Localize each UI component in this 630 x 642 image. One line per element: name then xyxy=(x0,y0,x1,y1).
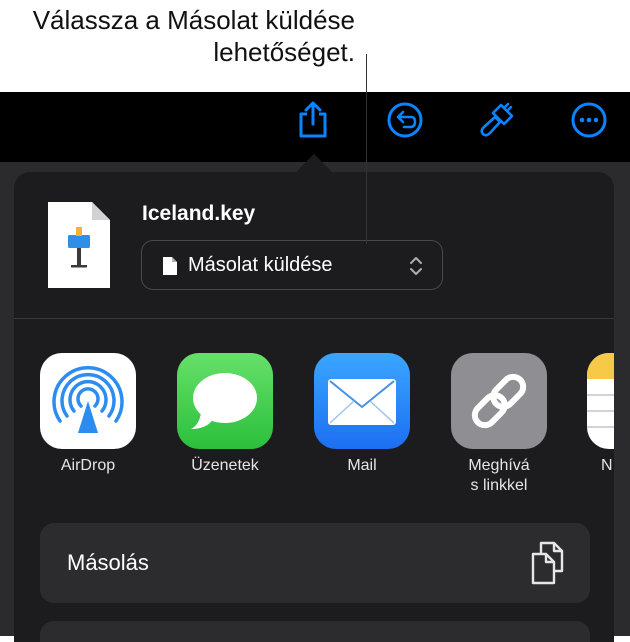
link-tile xyxy=(451,353,547,449)
more-icon xyxy=(571,102,607,138)
link-icon xyxy=(471,373,527,429)
popover-arrow xyxy=(296,154,332,172)
app-label: AirDrop xyxy=(60,457,116,474)
send-option-select[interactable]: Másolat küldése xyxy=(141,240,443,290)
app-label: N xyxy=(601,457,613,474)
share-app-notes[interactable]: N xyxy=(587,353,614,476)
share-app-airdrop[interactable]: AirDrop xyxy=(40,353,136,476)
undo-icon xyxy=(387,102,423,138)
next-action-row[interactable] xyxy=(40,621,590,642)
share-app-invite-link[interactable]: Meghívá s linkkel xyxy=(451,353,547,496)
airdrop-tile xyxy=(40,353,136,449)
app-label-line: s linkkel xyxy=(470,477,528,494)
notes-icon xyxy=(587,353,614,428)
keynote-file-icon xyxy=(48,202,110,288)
file-name: Iceland.key xyxy=(142,202,256,225)
copy-action[interactable]: Másolás xyxy=(40,523,590,603)
chevron-up-down-icon xyxy=(410,257,422,275)
share-sheet: Iceland.key Másolat küldése AirDrop Üzen… xyxy=(14,172,614,642)
copy-icon xyxy=(531,541,564,585)
send-option-label: Másolat küldése xyxy=(188,254,333,276)
app-label: Mail xyxy=(347,457,377,474)
share-icon xyxy=(299,101,327,138)
messages-icon xyxy=(191,373,257,429)
more-button[interactable] xyxy=(569,100,609,140)
share-button[interactable] xyxy=(293,100,333,140)
share-app-messages[interactable]: Üzenetek xyxy=(177,353,273,476)
airdrop-icon xyxy=(52,366,124,433)
format-button[interactable] xyxy=(477,100,517,140)
mail-tile xyxy=(314,353,410,449)
app-label: Üzenetek xyxy=(191,457,259,474)
paintbrush-icon xyxy=(480,102,514,137)
notes-tile xyxy=(587,353,614,449)
app-label-line: Meghívá xyxy=(468,457,530,474)
undo-button[interactable] xyxy=(385,100,425,140)
document-icon xyxy=(163,257,177,275)
share-app-mail[interactable]: Mail xyxy=(314,353,410,476)
divider xyxy=(14,318,614,319)
messages-tile xyxy=(177,353,273,449)
copy-action-label: Másolás xyxy=(67,550,149,575)
callout-text: Válassza a Másolat küldése lehetőséget. xyxy=(32,5,355,67)
mail-icon xyxy=(328,379,396,425)
app-label: Meghívá s linkkel xyxy=(451,456,547,496)
callout-leader-line xyxy=(366,54,367,244)
toolbar xyxy=(0,92,630,162)
